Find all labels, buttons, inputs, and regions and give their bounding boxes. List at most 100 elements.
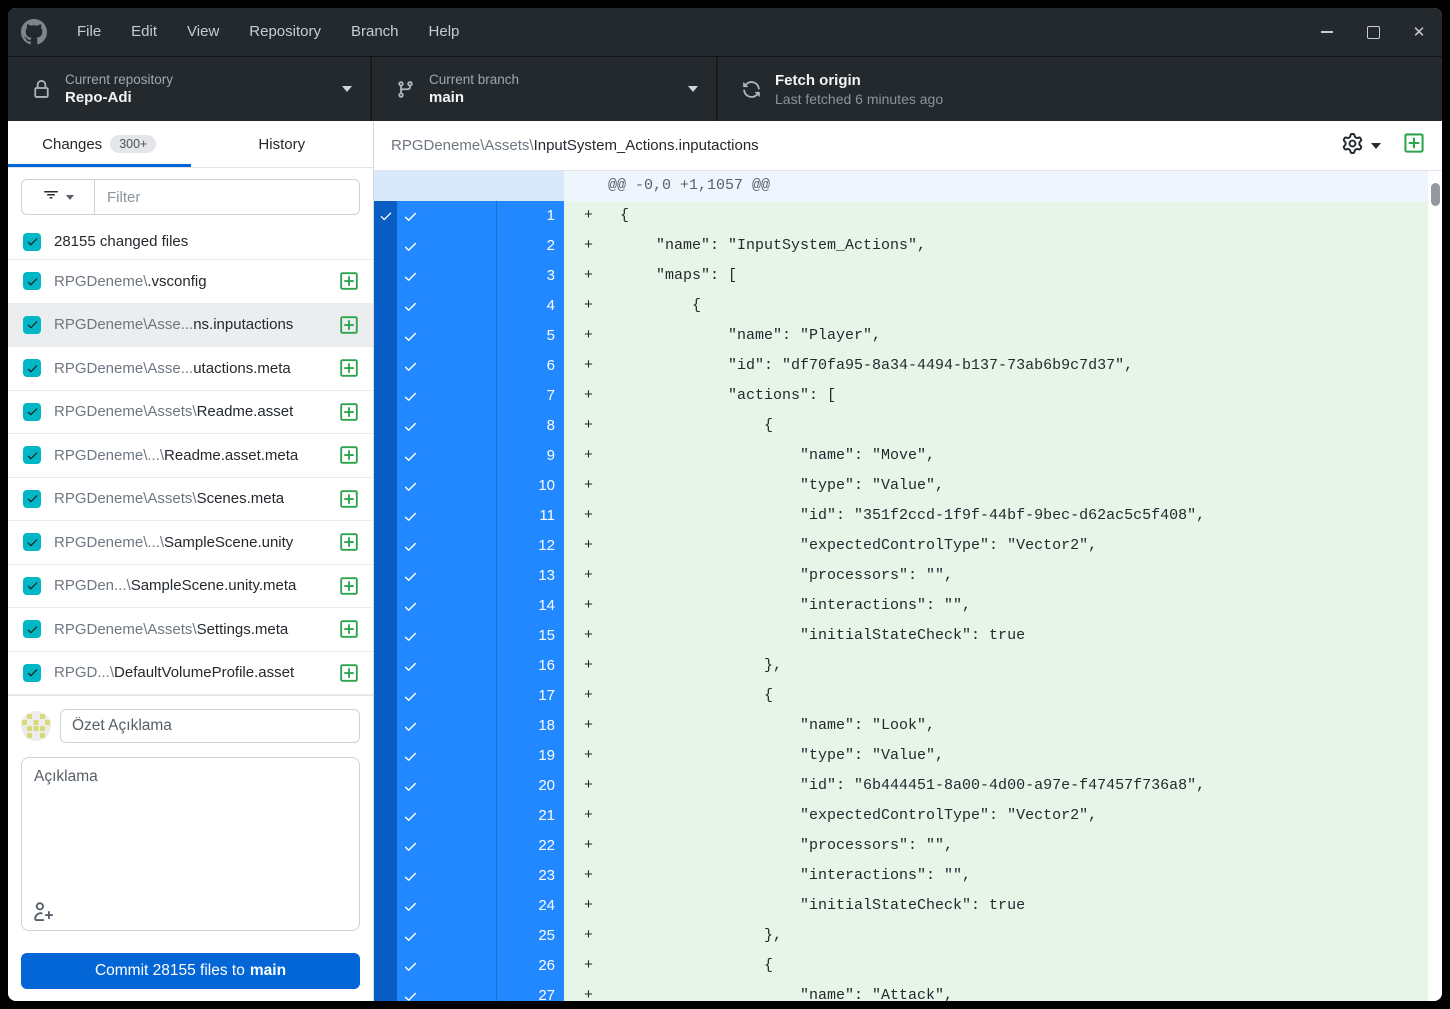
file-row[interactable]: RPGDeneme\Assets\Settings.meta bbox=[8, 608, 373, 652]
menu-item-branch[interactable]: Branch bbox=[336, 8, 414, 56]
file-checkbox[interactable] bbox=[23, 359, 41, 377]
line-include-checkbox[interactable] bbox=[397, 951, 496, 981]
line-include-checkbox[interactable] bbox=[397, 711, 496, 741]
close-button[interactable]: ✕ bbox=[1396, 8, 1442, 56]
line-include-checkbox[interactable] bbox=[397, 891, 496, 921]
hunk-select-gutter[interactable] bbox=[374, 831, 397, 861]
hunk-select-gutter[interactable] bbox=[374, 471, 397, 501]
diff-options-button[interactable] bbox=[1342, 133, 1381, 159]
line-include-checkbox[interactable] bbox=[397, 201, 496, 231]
file-checkbox[interactable] bbox=[23, 533, 41, 551]
file-checkbox[interactable] bbox=[23, 664, 41, 682]
file-checkbox[interactable] bbox=[23, 577, 41, 595]
line-include-checkbox[interactable] bbox=[397, 831, 496, 861]
hunk-select-gutter[interactable] bbox=[374, 291, 397, 321]
commit-description-input[interactable] bbox=[21, 757, 360, 931]
minimize-button[interactable] bbox=[1304, 8, 1350, 56]
hunk-select-gutter[interactable] bbox=[374, 531, 397, 561]
hunk-select-gutter[interactable] bbox=[374, 381, 397, 411]
line-include-checkbox[interactable] bbox=[397, 681, 496, 711]
file-row[interactable]: RPGDeneme\Asse...utactions.meta bbox=[8, 347, 373, 391]
line-include-checkbox[interactable] bbox=[397, 291, 496, 321]
line-include-checkbox[interactable] bbox=[397, 771, 496, 801]
line-include-checkbox[interactable] bbox=[397, 501, 496, 531]
filter-input[interactable] bbox=[95, 180, 359, 214]
select-all-checkbox[interactable] bbox=[23, 233, 41, 251]
line-include-checkbox[interactable] bbox=[397, 531, 496, 561]
line-include-checkbox[interactable] bbox=[397, 381, 496, 411]
menu-item-file[interactable]: File bbox=[62, 8, 116, 56]
file-checkbox[interactable] bbox=[23, 620, 41, 638]
hunk-select-gutter[interactable] bbox=[374, 771, 397, 801]
hunk-select-gutter[interactable] bbox=[374, 861, 397, 891]
menu-item-help[interactable]: Help bbox=[414, 8, 475, 56]
line-include-checkbox[interactable] bbox=[397, 741, 496, 771]
file-checkbox[interactable] bbox=[23, 316, 41, 334]
current-repository-button[interactable]: Current repository Repo-Adi bbox=[8, 57, 372, 121]
hunk-select-gutter[interactable] bbox=[374, 591, 397, 621]
commit-summary-input[interactable] bbox=[60, 709, 360, 743]
diff-scrollbar-thumb[interactable] bbox=[1431, 183, 1440, 206]
hunk-select-gutter[interactable] bbox=[374, 681, 397, 711]
line-include-checkbox[interactable] bbox=[397, 801, 496, 831]
hunk-select-gutter[interactable] bbox=[374, 801, 397, 831]
line-include-checkbox[interactable] bbox=[397, 861, 496, 891]
file-row[interactable]: RPGDeneme\Asse...ns.inputactions bbox=[8, 304, 373, 348]
fetch-origin-button[interactable]: Fetch origin Last fetched 6 minutes ago bbox=[718, 57, 1067, 121]
line-include-checkbox[interactable] bbox=[397, 441, 496, 471]
line-include-checkbox[interactable] bbox=[397, 411, 496, 441]
line-include-checkbox[interactable] bbox=[397, 621, 496, 651]
add-coauthor-button[interactable] bbox=[33, 901, 53, 924]
file-row[interactable]: RPGDeneme\Assets\Scenes.meta bbox=[8, 478, 373, 522]
hunk-select-gutter[interactable] bbox=[374, 981, 397, 1001]
hunk-select-gutter[interactable] bbox=[374, 321, 397, 351]
line-include-checkbox[interactable] bbox=[397, 471, 496, 501]
line-include-checkbox[interactable] bbox=[397, 261, 496, 291]
tab-history[interactable]: History bbox=[191, 121, 374, 167]
commit-button[interactable]: Commit 28155 files to main bbox=[21, 953, 360, 989]
line-include-checkbox[interactable] bbox=[397, 591, 496, 621]
menu-item-repository[interactable]: Repository bbox=[234, 8, 336, 56]
hunk-select-gutter[interactable] bbox=[374, 231, 397, 261]
hunk-select-gutter[interactable] bbox=[374, 351, 397, 381]
menu-item-view[interactable]: View bbox=[172, 8, 234, 56]
tab-changes[interactable]: Changes 300+ bbox=[8, 121, 191, 167]
hunk-select-gutter[interactable] bbox=[374, 651, 397, 681]
filter-options-button[interactable] bbox=[22, 180, 95, 214]
menu-item-edit[interactable]: Edit bbox=[116, 8, 172, 56]
file-checkbox[interactable] bbox=[23, 403, 41, 421]
file-checkbox[interactable] bbox=[23, 446, 41, 464]
hunk-select-gutter[interactable] bbox=[374, 921, 397, 951]
line-include-checkbox[interactable] bbox=[397, 561, 496, 591]
maximize-button[interactable] bbox=[1350, 8, 1396, 56]
line-include-checkbox[interactable] bbox=[397, 321, 496, 351]
hunk-select-gutter[interactable] bbox=[374, 501, 397, 531]
file-row[interactable]: RPGDeneme\.vsconfig bbox=[8, 260, 373, 304]
hunk-select-gutter[interactable] bbox=[374, 741, 397, 771]
file-row[interactable]: RPGDeneme\Assets\Readme.asset bbox=[8, 391, 373, 435]
hunk-select-gutter[interactable] bbox=[374, 411, 397, 441]
file-row[interactable]: RPGDen...\SampleScene.unity.meta bbox=[8, 565, 373, 609]
current-branch-button[interactable]: Current branch main bbox=[372, 57, 718, 121]
hunk-select-gutter[interactable] bbox=[374, 261, 397, 291]
file-row[interactable]: RPGDeneme\...\SampleScene.unity bbox=[8, 521, 373, 565]
file-row[interactable]: RPGD...\DefaultVolumeProfile.asset bbox=[8, 652, 373, 696]
hunk-select-gutter[interactable] bbox=[374, 711, 397, 741]
hunk-select-gutter[interactable] bbox=[374, 441, 397, 471]
hunk-select-gutter[interactable] bbox=[374, 201, 397, 231]
hunk-select-gutter[interactable] bbox=[374, 621, 397, 651]
hunk-select-gutter[interactable] bbox=[374, 951, 397, 981]
expand-diff-button[interactable] bbox=[1403, 132, 1425, 159]
line-include-checkbox[interactable] bbox=[397, 981, 496, 1001]
line-include-checkbox[interactable] bbox=[397, 921, 496, 951]
hunk-gutter[interactable] bbox=[374, 171, 564, 201]
hunk-select-gutter[interactable] bbox=[374, 561, 397, 591]
line-include-checkbox[interactable] bbox=[397, 651, 496, 681]
hunk-header-row[interactable]: @@ -0,0 +1,1057 @@ bbox=[374, 171, 1428, 201]
file-checkbox[interactable] bbox=[23, 272, 41, 290]
line-include-checkbox[interactable] bbox=[397, 231, 496, 261]
line-include-checkbox[interactable] bbox=[397, 351, 496, 381]
hunk-select-gutter[interactable] bbox=[374, 891, 397, 921]
file-row[interactable]: RPGDeneme\...\Readme.asset.meta bbox=[8, 434, 373, 478]
file-checkbox[interactable] bbox=[23, 490, 41, 508]
